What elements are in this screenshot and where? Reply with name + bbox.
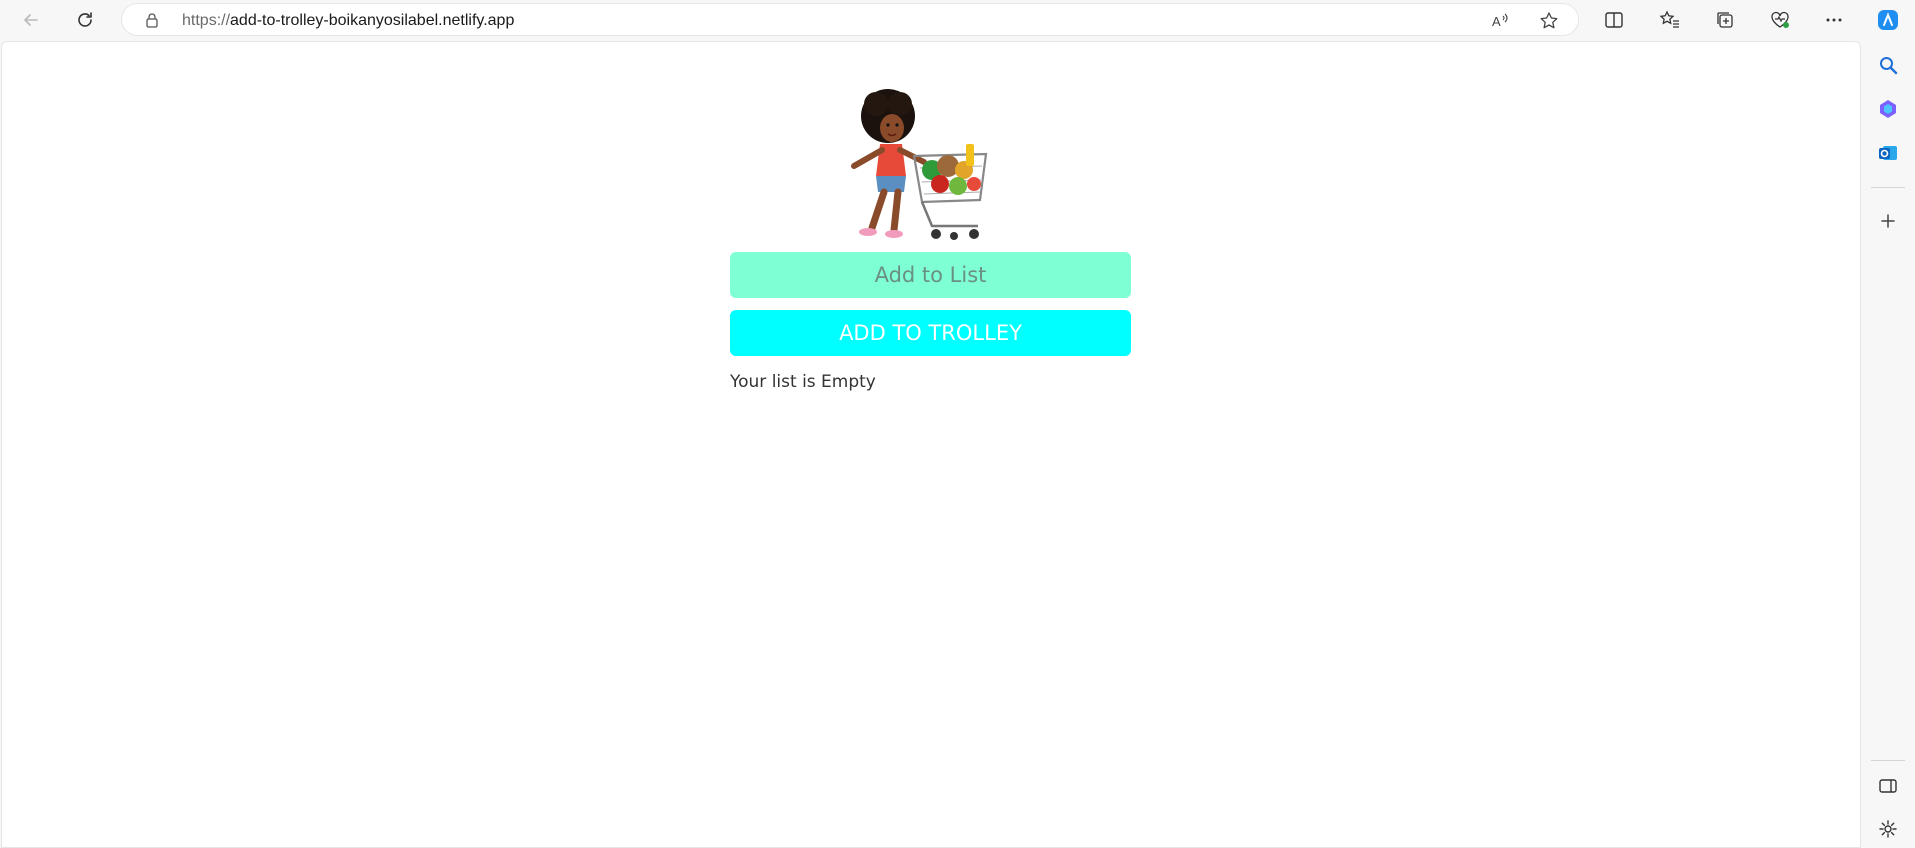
outlook-icon[interactable] — [1875, 140, 1901, 166]
add-icon[interactable] — [1875, 208, 1901, 234]
url-text[interactable]: https://add-to-trolley-boikanyosilabel.n… — [182, 12, 514, 30]
sidebar-divider — [1871, 187, 1905, 188]
address-bar[interactable]: https://add-to-trolley-boikanyosilabel.n… — [121, 3, 1579, 36]
browser-toolbar: https://add-to-trolley-boikanyosilabel.n… — [0, 0, 1915, 40]
add-to-trolley-button[interactable]: ADD TO TROLLEY — [730, 310, 1131, 356]
more-options-icon[interactable] — [1821, 7, 1847, 33]
collections-icon[interactable] — [1712, 7, 1738, 33]
favorite-star-icon[interactable] — [1538, 10, 1560, 32]
read-aloud-icon[interactable]: A — [1489, 10, 1511, 32]
refresh-icon — [78, 12, 92, 27]
refresh-button[interactable] — [71, 6, 99, 34]
empty-list-message: Your list is Empty — [730, 372, 876, 392]
svg-text:A: A — [1492, 14, 1501, 29]
sidebar-divider — [1871, 760, 1905, 761]
hide-sidebar-icon[interactable] — [1875, 773, 1901, 799]
shopper-with-trolley-illustration — [836, 88, 988, 243]
search-icon[interactable] — [1875, 52, 1901, 78]
browser-sidebar — [1861, 40, 1915, 848]
copilot-app-icon[interactable] — [1875, 96, 1901, 122]
back-button[interactable] — [17, 6, 45, 34]
add-to-list-button[interactable]: Add to List — [730, 252, 1131, 298]
copilot-icon[interactable] — [1875, 7, 1901, 33]
split-screen-icon[interactable] — [1601, 7, 1627, 33]
settings-gear-icon[interactable] — [1875, 816, 1901, 842]
browser-essentials-icon[interactable] — [1767, 7, 1793, 33]
favorites-icon[interactable] — [1657, 7, 1683, 33]
lock-icon — [144, 12, 160, 33]
url-scheme: https:// — [182, 12, 231, 29]
url-host: add-to-trolley-boikanyosilabel.netlify.a… — [230, 12, 515, 29]
arrow-left-icon — [24, 14, 38, 26]
